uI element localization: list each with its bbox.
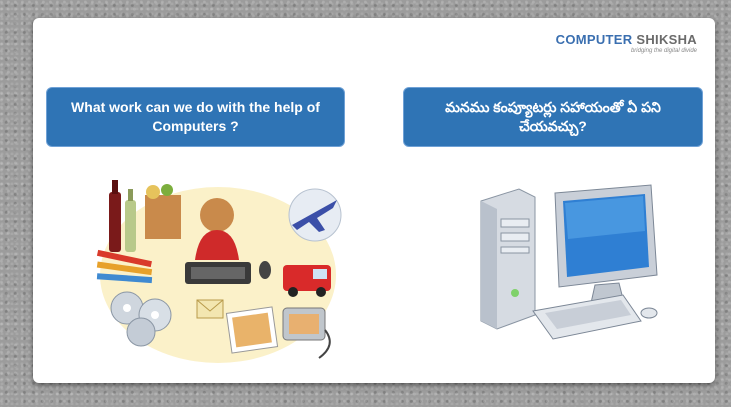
slide: COMPUTER SHIKSHA bridging the digital di… (33, 18, 715, 383)
question-box-telugu: మనము కంప్యూటర్లు సహాయంతో ఏ పని చేయవచ్చు? (403, 87, 703, 147)
desktop-computer-icon (480, 184, 658, 340)
logo-tagline: bridging the digital divide (630, 48, 697, 54)
logo-word-computer: COMPUTER (555, 32, 633, 47)
question-telugu-text: మనము కంప్యూటర్లు సహాయంతో ఏ పని చేయవచ్చు? (445, 99, 661, 134)
question-english-text: What work can we do with the help of Com… (71, 99, 320, 134)
computer-uses-icon (96, 180, 342, 363)
question-box-english: What work can we do with the help of Com… (46, 87, 345, 147)
computer-shiksha-logo: COMPUTER SHIKSHA bridging the digital di… (556, 32, 697, 54)
logo-word-shiksha: SHIKSHA (632, 32, 697, 47)
